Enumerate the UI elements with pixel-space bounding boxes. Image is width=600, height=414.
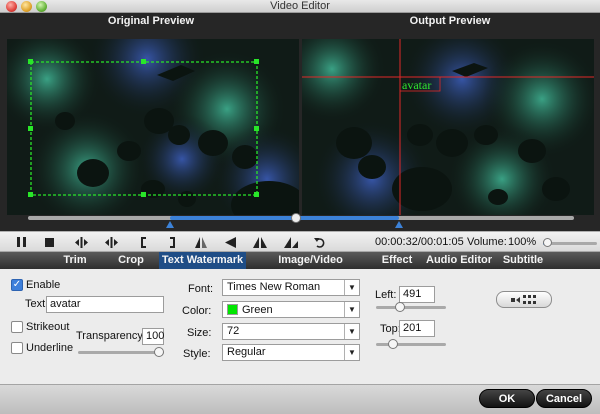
volume-slider-knob[interactable] [543,238,552,247]
color-select[interactable]: Green ▼ [222,301,360,318]
left-position-slider[interactable] [376,302,446,312]
trim-end-icon[interactable] [164,235,179,249]
flip-horizontal-icon[interactable] [193,235,208,249]
color-swatch [227,304,238,315]
grid-position-icon [511,294,536,304]
size-label: Size: [187,327,212,339]
pause-icon[interactable] [14,235,29,249]
next-frame-icon[interactable] [104,235,119,249]
font-select-value: Times New Roman [227,281,321,293]
trim-start-marker[interactable] [166,221,174,228]
window-title: Video Editor [270,0,330,12]
flip-vertical-icon[interactable] [252,235,267,249]
window-title-bar: Video Editor [0,0,600,13]
style-label: Style: [183,348,211,360]
output-preview-label: Output Preview [409,15,491,27]
text-watermark-panel: ✓ Enable Text: avatar Strikeout Transpar… [0,269,600,384]
underline-label: Underline [26,342,74,354]
size-select-value: 72 [227,325,240,337]
timeline-track[interactable] [28,216,574,220]
color-label: Color: [182,305,212,317]
cancel-button[interactable]: Cancel [536,389,592,408]
transparency-input[interactable]: 100 [142,328,164,345]
transparency-slider[interactable] [78,347,164,357]
chevron-down-icon: ▼ [344,345,359,360]
text-label: Text: [25,298,49,310]
ok-button[interactable]: OK [479,389,535,408]
tab-trim[interactable]: Trim [50,252,100,269]
left-position-input[interactable]: 491 [399,286,435,303]
strikeout-checkbox[interactable] [11,321,23,333]
original-preview-label: Original Preview [107,15,195,27]
underline-checkbox[interactable] [11,342,23,354]
transparency-label: Transparency: [76,330,146,342]
font-label: Font: [188,283,214,295]
font-select[interactable]: Times New Roman ▼ [222,279,360,296]
top-position-input[interactable]: 201 [399,320,435,337]
chevron-down-icon: ▼ [344,302,359,317]
left-label: Left: [375,289,397,301]
tab-text-watermark[interactable]: Text Watermark [159,252,246,269]
trim-end-marker[interactable] [395,221,403,228]
trim-start-icon[interactable] [136,235,151,249]
left-slider-knob[interactable] [395,302,405,312]
tab-subtitle[interactable]: Subtitle [500,252,546,269]
editor-tabs: Trim Crop Text Watermark Image/Video Wat… [0,252,600,283]
preview-area: Original Preview Output Preview avatar [0,13,600,231]
playback-controls: 00:00:32/00:01:05 Volume: 100% [0,231,600,252]
volume-value: 100% [508,236,537,248]
enable-checkbox[interactable]: ✓ [11,279,23,291]
color-select-value: Green [242,304,273,316]
top-position-slider[interactable] [376,339,446,349]
rotate-right-icon[interactable] [283,235,298,249]
tab-audio-editor[interactable]: Audio Editor [426,252,492,269]
transparency-slider-knob[interactable] [154,347,164,357]
top-slider-knob[interactable] [388,339,398,349]
undo-icon[interactable] [312,235,327,249]
rotate-left-icon[interactable] [223,235,238,249]
tab-effect[interactable]: Effect [376,252,418,269]
top-label: Top: [380,323,401,335]
chevron-down-icon: ▼ [344,324,359,339]
size-select[interactable]: 72 ▼ [222,323,360,340]
chevron-down-icon: ▼ [344,280,359,295]
dialog-footer: OK Cancel [0,384,600,414]
tab-crop[interactable]: Crop [108,252,154,269]
style-select[interactable]: Regular ▼ [222,344,360,361]
volume-label: Volume: [467,236,507,248]
output-watermark-text: avatar [402,78,431,92]
timecode: 00:00:32/00:01:05 [375,236,464,248]
output-preview-video[interactable]: avatar [302,39,594,215]
enable-label: Enable [26,279,61,291]
stop-icon[interactable] [42,235,57,249]
timeline-selection [170,216,399,220]
prev-frame-icon[interactable] [74,235,89,249]
timeline [0,205,600,231]
style-select-value: Regular [227,346,266,358]
original-preview-video[interactable] [7,39,299,215]
tab-image-video-watermark[interactable]: Image/Video Watermark [250,252,371,283]
watermark-text-input[interactable]: avatar [46,296,164,313]
strikeout-label: Strikeout [26,321,70,333]
position-preset-button[interactable] [496,291,552,308]
playhead-handle[interactable] [291,213,301,223]
